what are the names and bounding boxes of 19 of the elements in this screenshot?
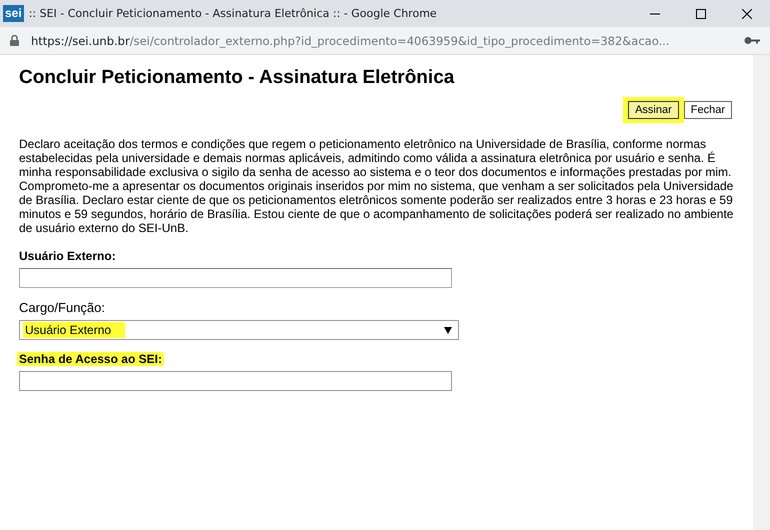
key-icon[interactable]	[744, 36, 760, 45]
password-field[interactable]	[19, 371, 452, 391]
declaration-text: Declaro aceitação dos termos e condições que regem o peticionamento eletrônico na Universidade de Brasília, conforme normas estabelecidas pela universidade e demais normas aplicáveis, admitindo como válida a assinatura eletrônica por usuário e senha. É minha responsabilidade exclusiva o sigilo da senha de acesso ao sistema e o teor dos documentos e informações prestadas por mim. Comprometo-me a apresentar os documentos originais inseridos por mim no sistema, que venham a ser solicitados pela Universidade de Brasília. Declaro estar ciente de que os peticionamentos eletrônicos somente poderão ser realizados entre 3 horas e 23 horas e 59 minutos e 59 segundos, horário de Brasília. Estou ciente de que o acompanhamento de solicitações poderá ser realizado no ambiente de usuário externo do SEI-UnB.	[19, 137, 734, 235]
form-button[interactable]: Fechar	[684, 101, 732, 119]
lock-icon	[10, 35, 19, 46]
app-logo: sei	[3, 5, 24, 22]
scrollbar[interactable]	[753, 55, 770, 530]
maximize-icon[interactable]	[696, 8, 706, 18]
user-field[interactable]	[19, 268, 452, 288]
dropdown-value: Usuário Externo	[23, 322, 126, 338]
field-label: Senha de Acesso ao SEI:	[17, 352, 164, 366]
close-icon[interactable]	[742, 8, 752, 18]
form-button[interactable]: Assinar	[628, 101, 679, 119]
dropdown-arrow-icon	[444, 326, 452, 334]
page-heading: Concluir Peticionamento - Assinatura Eletrônica	[19, 67, 456, 89]
field-label: Usuário Externo:	[19, 249, 116, 263]
field-label: Cargo/Função:	[19, 300, 105, 315]
role-dropdown[interactable]: Usuário Externo	[19, 320, 459, 340]
window-title: :: SEI - Concluir Peticionamento - Assinatura Eletrônica :: - Google Chrome	[28, 7, 438, 20]
